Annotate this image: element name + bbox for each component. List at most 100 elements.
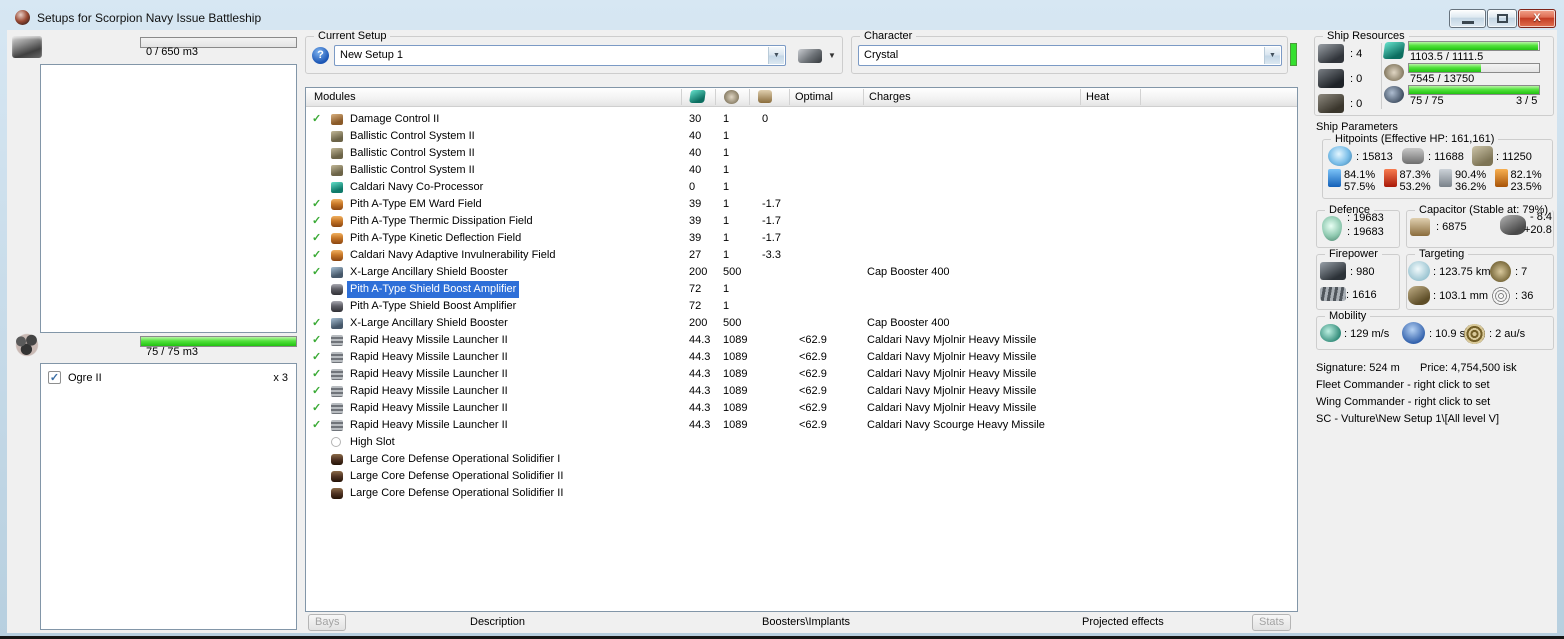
tab-projected-effects[interactable]: Projected effects (1082, 616, 1164, 628)
module-cap-use: -1.7 (762, 232, 781, 244)
maximize-button[interactable] (1487, 9, 1517, 28)
module-cpu: 44.3 (689, 419, 711, 431)
character-combobox-value: Crystal (864, 49, 899, 61)
module-row[interactable]: Caldari Navy Co-Processor 0 1 (306, 179, 1297, 196)
module-powergrid: 1 (723, 249, 730, 261)
bays-button[interactable]: Bays (308, 614, 347, 631)
hardpoint-value: : 4 (1350, 48, 1363, 60)
minimize-button[interactable] (1449, 9, 1486, 28)
armor-resist: 53.2% (1399, 181, 1431, 193)
close-button[interactable]: X (1518, 9, 1556, 28)
powergrid-column-icon[interactable] (724, 90, 739, 104)
module-name: Pith A-Type Shield Boost Amplifier (347, 281, 520, 298)
chevron-down-icon[interactable]: ▼ (768, 47, 784, 64)
armor-resist: 57.5% (1344, 181, 1376, 193)
module-name: Rapid Heavy Missile Launcher II (350, 368, 508, 380)
empty-slot-icon (331, 437, 341, 447)
window-title: Setups for Scorpion Navy Issue Battleshi… (37, 11, 262, 25)
module-row[interactable]: ✓ Pith A-Type Thermic Dissipation Field 39… (306, 213, 1297, 230)
module-powergrid: 1089 (723, 351, 748, 363)
module-name: Pith A-Type Shield Boost Amplifier (350, 300, 517, 312)
tab-boosters-implants[interactable]: Boosters\Implants (762, 616, 850, 628)
column-separator (863, 89, 864, 105)
column-separator (789, 89, 790, 105)
resource-bar-row: 1103.5 / 1111.5 (1382, 40, 1550, 63)
cpu-column-icon[interactable] (689, 90, 706, 103)
module-row[interactable]: Ballistic Control System II 40 1 (306, 162, 1297, 179)
module-row[interactable]: Pith A-Type Shield Boost Amplifier 72 1 (306, 298, 1297, 315)
column-separator (1140, 89, 1141, 105)
column-charges[interactable]: Charges (869, 91, 911, 103)
module-row[interactable]: ✓ Rapid Heavy Missile Launcher II 44.3 1089… (306, 332, 1297, 349)
module-cpu: 40 (689, 130, 702, 142)
modules-table-header: Modules Optimal Charges Heat (306, 88, 1297, 107)
column-optimal[interactable]: Optimal (795, 91, 833, 103)
divider (1381, 43, 1382, 109)
firepower-title: Firepower (1325, 248, 1382, 260)
module-cpu: 200 (689, 317, 708, 329)
stats-button[interactable]: Stats (1252, 614, 1292, 631)
hardener-icon (331, 233, 343, 244)
drone-row[interactable]: ✓ Ogre II x 3 (41, 368, 296, 386)
module-row[interactable]: Pith A-Type Shield Boost Amplifier 72 1 (306, 281, 1297, 298)
hardpoint-row: : 0 (1318, 92, 1378, 117)
module-row[interactable]: ✓ X-Large Ancillary Shield Booster 200 500 C… (306, 264, 1297, 281)
armor-resist: 23.5% (1510, 181, 1542, 193)
resist-values: 87.3% 53.2% (1400, 169, 1431, 193)
module-powergrid: 1 (723, 232, 730, 244)
hardener-icon (331, 199, 343, 210)
module-row[interactable]: ✓ X-Large Ancillary Shield Booster 200 500 C… (306, 315, 1297, 332)
module-row[interactable]: ✓ Damage Control II 30 1 0 (306, 111, 1297, 128)
sensor-strength-icon (1491, 286, 1511, 306)
module-active-checkmark-icon: ✓ (312, 368, 322, 380)
setup-tools-caret-icon[interactable]: ▼ (828, 51, 836, 60)
maximize-icon (1497, 14, 1508, 23)
column-modules[interactable]: Modules (314, 91, 356, 103)
setup-combobox[interactable]: New Setup 1 ▼ (334, 45, 786, 66)
em-damage-icon (1328, 169, 1341, 187)
module-row[interactable]: ✓ Rapid Heavy Missile Launcher II 44.3 1089… (306, 400, 1297, 417)
module-name: Rapid Heavy Missile Launcher II (350, 402, 508, 414)
help-icon[interactable]: ? (312, 47, 329, 64)
module-row[interactable]: Ballistic Control System II 40 1 (306, 128, 1297, 145)
module-row[interactable]: High Slot (306, 434, 1297, 451)
targeting-title: Targeting (1415, 248, 1469, 260)
tab-description[interactable]: Description (470, 616, 525, 628)
hardpoint-row: : 4 (1318, 42, 1378, 67)
wing-commander-line[interactable]: Wing Commander - right click to set (1316, 396, 1490, 408)
title-bar[interactable]: Setups for Scorpion Navy Issue Battleshi… (7, 6, 1557, 30)
module-name: Large Core Defense Operational Solidifie… (350, 453, 561, 465)
resist-values: 84.1% 57.5% (1344, 169, 1375, 193)
character-status-bar (1290, 43, 1297, 66)
drone-list[interactable]: ✓ Ogre II x 3 (40, 363, 297, 630)
module-optimal: <62.9 (799, 334, 827, 346)
shield-booster-icon (331, 318, 343, 329)
module-row[interactable]: ✓ Pith A-Type EM Ward Field 39 1 -1.7 (306, 196, 1297, 213)
module-cpu: 44.3 (689, 351, 711, 363)
capacitor-column-icon[interactable] (758, 90, 772, 103)
shield-hp-value: : 15813 (1356, 151, 1393, 163)
module-row[interactable]: Large Core Defense Operational Solidifie… (306, 485, 1297, 502)
module-row[interactable]: Ballistic Control System II 40 1 (306, 145, 1297, 162)
fleet-commander-line[interactable]: Fleet Commander - right click to set (1316, 379, 1490, 391)
signature-value: Signature: 524 m (1316, 362, 1400, 374)
module-row[interactable]: ✓ Rapid Heavy Missile Launcher II 44.3 1089… (306, 366, 1297, 383)
character-combobox[interactable]: Crystal ▼ (858, 45, 1282, 66)
cargo-list[interactable] (40, 64, 297, 333)
module-row[interactable]: Large Core Defense Operational Solidifie… (306, 468, 1297, 485)
module-row[interactable]: Large Core Defense Operational Solidifie… (306, 451, 1297, 468)
module-active-checkmark-icon: ✓ (312, 249, 322, 261)
drone-checkbox[interactable]: ✓ (48, 371, 61, 384)
module-cap-use: 0 (762, 113, 769, 125)
module-row[interactable]: ✓ Caldari Navy Adaptive Invulnerability F… (306, 247, 1297, 264)
module-row[interactable]: ✓ Pith A-Type Kinetic Deflection Field 39 1… (306, 230, 1297, 247)
rig-icon (331, 471, 343, 482)
setup-tools-icon[interactable] (798, 49, 822, 63)
module-row[interactable]: ✓ Rapid Heavy Missile Launcher II 44.3 1089… (306, 349, 1297, 366)
cargo-bay-icon (12, 36, 42, 58)
module-row[interactable]: ✓ Rapid Heavy Missile Launcher II 44.3 1089… (306, 417, 1297, 434)
module-row[interactable]: ✓ Rapid Heavy Missile Launcher II 44.3 1089… (306, 383, 1297, 400)
module-cpu: 40 (689, 164, 702, 176)
chevron-down-icon[interactable]: ▼ (1264, 47, 1280, 64)
column-heat[interactable]: Heat (1086, 91, 1109, 103)
